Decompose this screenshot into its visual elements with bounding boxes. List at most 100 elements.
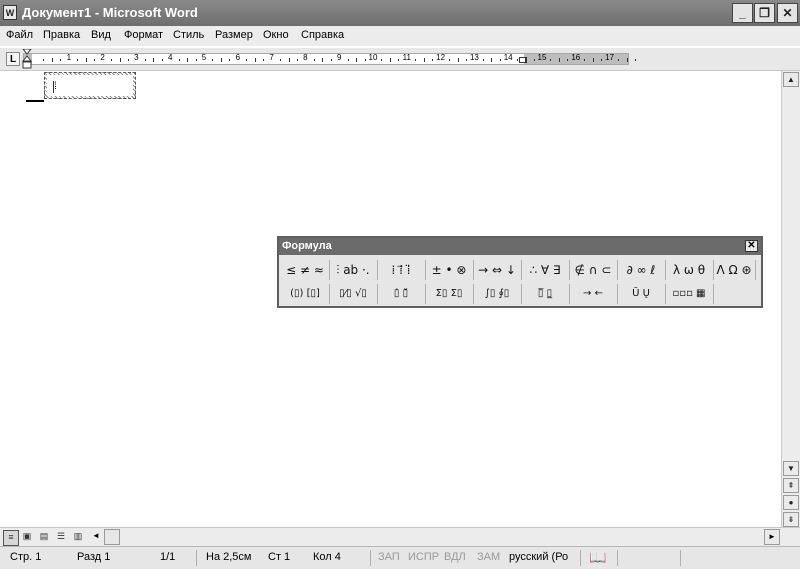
- formula-symbol-button-8[interactable]: ∂ ∞ ℓ: [617, 260, 666, 280]
- indent-marker-icon[interactable]: [22, 49, 32, 69]
- ruler-tick: [550, 59, 552, 61]
- horizontal-scroll-thumb[interactable]: [104, 529, 120, 545]
- formula-symbol-button-2[interactable]: ⫶ ab ·.: [329, 260, 378, 280]
- ruler-tick: [499, 59, 501, 61]
- formula-symbol-button-10[interactable]: Λ Ω ⊛: [713, 260, 756, 280]
- menu-window[interactable]: Окно: [263, 29, 289, 41]
- ruler-tick: [229, 59, 231, 61]
- ruler-tick: [51, 58, 53, 62]
- menu-format[interactable]: Формат: [124, 29, 163, 41]
- horizontal-ruler[interactable]: 1 2 3 4 5 6 7 8 9 10 11 12 13 14 15 16 17: [22, 49, 636, 69]
- ruler-tick: [85, 58, 87, 62]
- ruler-number: 17: [605, 53, 615, 62]
- formula-symbol-button-5[interactable]: → ⇔ ↓: [473, 260, 522, 280]
- reading-view-icon[interactable]: ▥: [71, 530, 85, 544]
- status-extend[interactable]: ВДЛ: [444, 551, 466, 563]
- ruler-number: 15: [537, 53, 547, 62]
- ruler-tick: [280, 59, 282, 61]
- formula-template-button-2[interactable]: ▯⁄▯ √▯: [329, 284, 378, 304]
- status-language[interactable]: русский (Ро: [509, 551, 568, 563]
- ruler-number: 12: [436, 53, 446, 62]
- status-track-changes[interactable]: ИСПР: [408, 551, 439, 563]
- window-title: Документ1 - Microsoft Word: [22, 5, 198, 20]
- minimize-button[interactable]: _: [732, 3, 753, 23]
- ruler-tick: [601, 59, 603, 61]
- spelling-book-icon[interactable]: 📖: [589, 549, 606, 566]
- next-page-button[interactable]: ⇟: [783, 512, 799, 527]
- menu-view[interactable]: Вид: [91, 29, 111, 41]
- ruler-tick: [178, 59, 180, 61]
- select-browse-object-button[interactable]: ●: [783, 495, 799, 510]
- title-bar: W Документ1 - Microsoft Word _ ❐ ✕: [0, 0, 800, 26]
- ruler-number: 8: [303, 53, 308, 62]
- ruler-tick: [457, 58, 459, 62]
- ruler-tick: [127, 59, 129, 61]
- close-button[interactable]: ✕: [777, 3, 798, 23]
- ruler-tick: [187, 58, 189, 62]
- ruler-bar: L 1 2 3 4 5 6 7 8 9 10 11 12 13 14 15 16 17: [0, 48, 800, 71]
- tab-selector-button[interactable]: L: [6, 52, 20, 66]
- ruler-tick: [381, 59, 383, 61]
- ruler-tick: [43, 59, 45, 61]
- ruler-number: 1: [66, 53, 72, 62]
- ruler-number: 10: [368, 53, 378, 62]
- horizontal-scrollbar-row: ≡ ▣ ▤ ☰ ▥ ◄ ►: [0, 527, 800, 546]
- formula-symbol-button-9[interactable]: λ ω θ: [665, 260, 714, 280]
- status-page: Стр. 1: [10, 551, 42, 563]
- formula-template-button-8[interactable]: Ū Ų: [617, 284, 666, 304]
- normal-view-icon[interactable]: ≡: [3, 530, 19, 546]
- print-view-icon[interactable]: ▤: [37, 530, 51, 544]
- ruler-tick: [415, 59, 417, 61]
- ruler-tick: [212, 59, 214, 61]
- ruler-number: 14: [503, 53, 513, 62]
- ruler-number: 13: [469, 53, 479, 62]
- formula-toolbar-title: Формула: [282, 240, 332, 252]
- vertical-scrollbar[interactable]: ▲ ▼ ⇞ ● ⇟: [781, 71, 800, 527]
- ruler-tick: [153, 58, 155, 62]
- formula-template-button-6[interactable]: ▯̅ ▯̲: [521, 284, 570, 304]
- formula-template-button-4[interactable]: Σ▯ Σ▯: [425, 284, 474, 304]
- formula-template-button-3[interactable]: ▯̇ ▯̆: [377, 284, 426, 304]
- formula-symbol-button-7[interactable]: ∉ ∩ ⊂: [569, 260, 618, 280]
- formula-symbol-button-4[interactable]: ± • ⊗: [425, 260, 474, 280]
- formula-template-button-9[interactable]: ▫▫▫ ▦: [665, 284, 714, 304]
- formula-toolbar-close-button[interactable]: ✕: [745, 240, 758, 252]
- web-view-icon[interactable]: ▣: [20, 530, 34, 544]
- formula-symbol-button-3[interactable]: ⁞ ⁞⃗ ⁞̈: [377, 260, 426, 280]
- formula-template-button-1[interactable]: (▯) [▯]: [281, 284, 330, 304]
- menu-edit[interactable]: Правка: [43, 29, 80, 41]
- ruler-tick: [254, 58, 256, 62]
- prev-page-button[interactable]: ⇞: [783, 478, 799, 493]
- formula-symbol-button-1[interactable]: ≤ ≠ ≈: [281, 260, 330, 280]
- scroll-down-button[interactable]: ▼: [783, 461, 799, 476]
- ruler-tick: [389, 58, 391, 62]
- formula-toolbar-titlebar[interactable]: Формула ✕: [279, 238, 761, 255]
- ruler-number: 11: [402, 53, 411, 62]
- ruler-tick: [288, 58, 290, 62]
- menu-file[interactable]: Файл: [6, 29, 33, 41]
- scroll-right-button[interactable]: ►: [764, 529, 780, 545]
- status-pages: 1/1: [160, 551, 176, 563]
- equation-object[interactable]: ⁞: [44, 72, 136, 99]
- outline-view-icon[interactable]: ☰: [54, 530, 68, 544]
- restore-button[interactable]: ❐: [754, 3, 775, 23]
- ruler-tick: [220, 58, 222, 62]
- formula-template-button-7[interactable]: → ←: [569, 284, 618, 304]
- ruler-tick: [195, 59, 197, 61]
- scroll-left-button[interactable]: ◄: [88, 529, 104, 545]
- scroll-up-button[interactable]: ▲: [783, 72, 799, 87]
- ruler-tick: [161, 59, 163, 61]
- status-bar: Стр. 1 Разд 1 1/1 На 2,5см Ст 1 Кол 4 ЗА…: [0, 546, 800, 569]
- status-record[interactable]: ЗАП: [378, 551, 400, 563]
- menu-size[interactable]: Размер: [215, 29, 253, 41]
- menu-style[interactable]: Стиль: [173, 29, 204, 41]
- menu-help[interactable]: Справка: [301, 29, 344, 41]
- word-doc-icon[interactable]: W: [3, 5, 17, 20]
- ruler-tick: [584, 59, 586, 61]
- ruler-tick: [119, 58, 121, 62]
- equation-slot[interactable]: ⁞: [53, 81, 60, 93]
- ruler-tick: [322, 58, 324, 62]
- formula-symbol-button-6[interactable]: ∴ ∀ ∃: [521, 260, 570, 280]
- formula-template-button-5[interactable]: ∫▯ ∮▯: [473, 284, 522, 304]
- status-overtype[interactable]: ЗАМ: [477, 551, 500, 563]
